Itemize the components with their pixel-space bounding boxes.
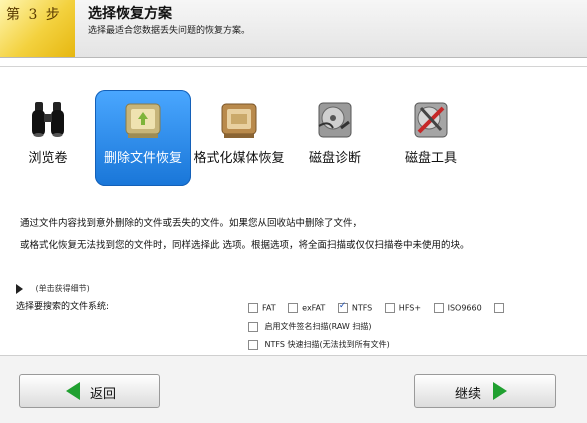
checkbox-checked[interactable] (337, 301, 348, 313)
header: 第 3 步 选择恢复方案 选择最适合您数据丢失问题的恢复方案。 (0, 0, 587, 58)
description-line: 通过文件内容找到意外删除的文件或丢失的文件。如果您从回收站中删除了文件， (20, 218, 363, 229)
mode-label: 格式化媒体恢复 (193, 151, 285, 166)
checkbox[interactable] (288, 303, 299, 313)
details-link[interactable]: (单击获得细节) (36, 284, 90, 293)
mode-label: 删除文件恢复 (103, 151, 182, 166)
ntfs-fast-scan-option[interactable]: NTFS 快速扫描(无法找到所有文件) (248, 339, 390, 350)
checkbox[interactable] (248, 321, 258, 332)
fs-option-ntfs[interactable]: NTFS (337, 301, 373, 313)
mode-deleted-file-recovery[interactable]: 删除文件恢复 (95, 90, 191, 186)
fs-label: FAT (262, 303, 276, 313)
filesystem-label: 选择要搜索的文件系统: (16, 302, 110, 312)
mode-label: 浏览卷 (28, 151, 68, 166)
disk-tools-icon (414, 102, 448, 138)
mode-label: 磁盘工具 (404, 151, 457, 166)
fs-option-iso9660[interactable]: ISO9660 (433, 303, 482, 313)
page-subtitle: 选择最适合您数据丢失问题的恢复方案。 (88, 26, 251, 36)
mode-disk-diagnostic[interactable]: 磁盘诊断 (287, 90, 383, 186)
raw-scan-option[interactable]: 启用文件签名扫描(RAW 扫描) (248, 321, 372, 332)
mode-disk-tools[interactable]: 磁盘工具 (383, 90, 479, 186)
expand-triangle-icon (16, 283, 23, 294)
fs-option-hfs[interactable]: HFS+ (384, 303, 422, 313)
back-label: 返回 (90, 387, 117, 402)
mode-label: 磁盘诊断 (308, 151, 361, 166)
back-button[interactable]: 返回 (19, 374, 160, 408)
disk-diagnostic-icon (318, 102, 352, 138)
step-indicator: 第 3 步 (0, 0, 75, 57)
mode-browse-volume[interactable]: 浏览卷 (0, 90, 96, 186)
binoculars-icon (32, 102, 64, 137)
fs-label: NTFS (351, 303, 373, 313)
next-label: 继续 (455, 387, 482, 402)
arrow-right-icon (493, 382, 507, 400)
next-button[interactable]: 继续 (414, 374, 556, 408)
checkbox[interactable] (384, 303, 395, 313)
arrow-left-icon (66, 382, 80, 400)
checkbox[interactable] (248, 339, 258, 350)
fs-option-more[interactable] (494, 303, 508, 313)
ntfs-fast-label: NTFS 快速扫描(无法找到所有文件) (264, 340, 390, 349)
details-toggle[interactable]: (单击获得细节) (16, 283, 90, 294)
raw-scan-label: 启用文件签名扫描(RAW 扫描) (264, 322, 372, 331)
fs-option-fat[interactable]: FAT (248, 303, 276, 313)
format-drive-icon (221, 103, 257, 138)
step-text: 第 3 步 (6, 7, 62, 23)
checkbox[interactable] (248, 303, 258, 313)
checkbox[interactable] (494, 303, 505, 313)
mode-description: 通过文件内容找到意外删除的文件或丢失的文件。如果您从回收站中删除了文件， 或格式… (20, 213, 575, 257)
description-line: 或格式化恢复无法找到您的文件时，同样选择此 选项。根据选项，将全面扫描或仅仅扫描… (20, 240, 470, 251)
fs-option-exfat[interactable]: exFAT (288, 303, 325, 313)
checkbox[interactable] (433, 303, 444, 313)
mode-format-recovery[interactable]: 格式化媒体恢复 (191, 90, 287, 186)
fs-label: exFAT (302, 303, 326, 313)
separator (0, 66, 587, 67)
fs-label: ISO9660 (447, 303, 482, 313)
recovery-mode-list: 浏览卷 删除文件恢复 格式化媒体恢复 磁盘诊断 磁盘工具 (0, 90, 587, 190)
filesystem-options: FAT exFAT NTFS HFS+ ISO9660 (248, 301, 518, 313)
fs-label: HFS+ (398, 303, 422, 313)
page-title: 选择恢复方案 (88, 6, 172, 22)
recycle-drive-icon (125, 103, 161, 138)
